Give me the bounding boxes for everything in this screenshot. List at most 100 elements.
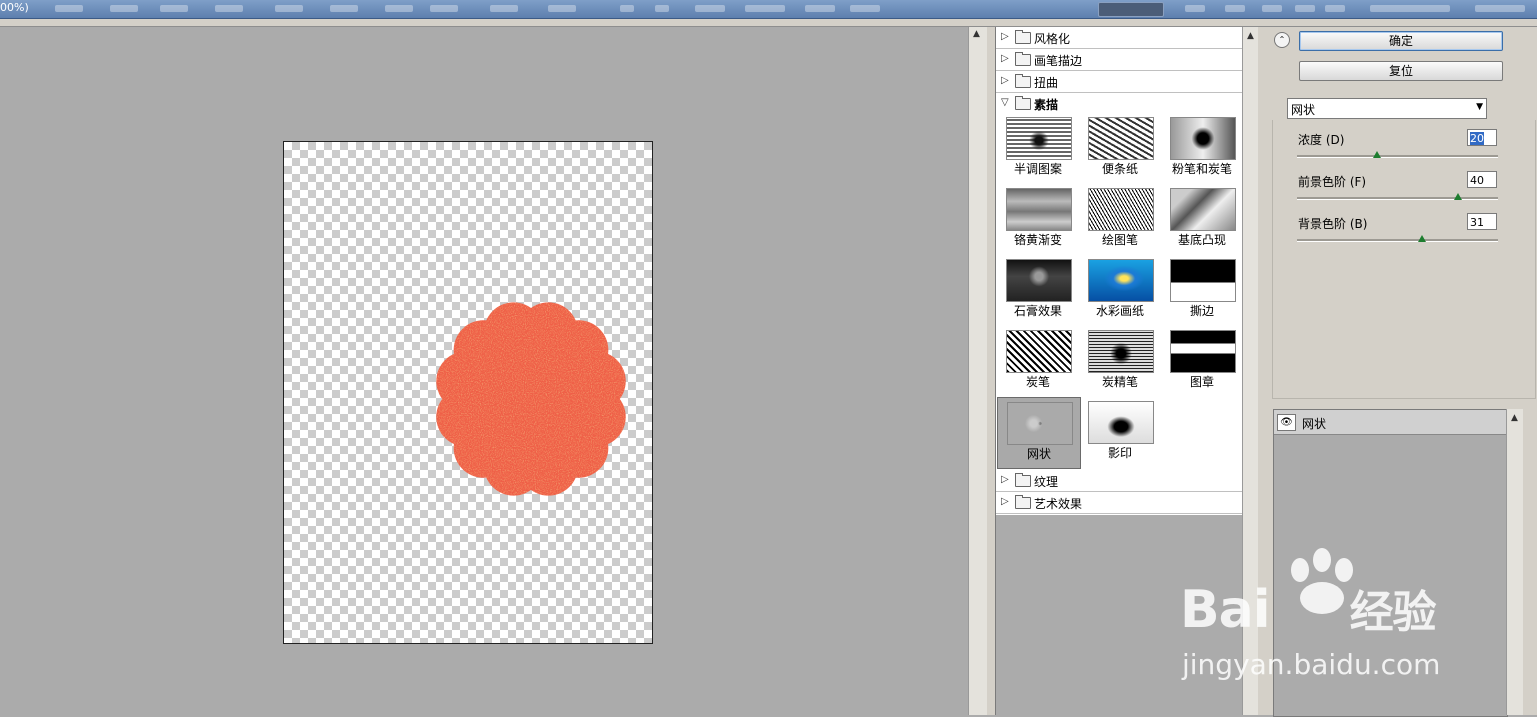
expand-right-icon[interactable]: ▷ — [1001, 474, 1009, 485]
filter-category-row[interactable]: ▷ 风格化 — [996, 27, 1243, 49]
preview-scrollbar[interactable]: ▲ — [968, 27, 987, 715]
scroll-up-icon[interactable]: ▲ — [1247, 31, 1254, 41]
foreground-level-slider[interactable] — [1297, 197, 1498, 200]
foreground-level-slider-thumb[interactable] — [1453, 193, 1462, 200]
filter-thumbnail[interactable]: 便条纸 — [1079, 113, 1161, 183]
filter-category-label: 画笔描边 — [1034, 54, 1083, 68]
filter-thumbnail-label: 粉笔和炭笔 — [1171, 162, 1232, 176]
toolbar-item[interactable] — [1262, 5, 1282, 12]
reticulation-thumb — [1007, 402, 1073, 445]
toolbar-item[interactable] — [655, 5, 669, 12]
toolbar-item[interactable] — [1098, 2, 1164, 17]
ok-button[interactable]: 确定 — [1299, 31, 1503, 51]
toolbar-divider — [0, 19, 1537, 27]
charcoal-thumb — [1006, 330, 1072, 373]
panel-divider — [987, 27, 995, 715]
conte-crayon-thumb — [1088, 330, 1154, 373]
app-toolbar: 00%) — [0, 0, 1537, 19]
effect-layer-row[interactable]: 👁 网状 — [1274, 410, 1507, 435]
toolbar-item[interactable] — [1185, 5, 1205, 12]
filter-thumbnail[interactable]: 粉笔和炭笔 — [1161, 113, 1243, 183]
toolbar-item[interactable] — [745, 5, 785, 12]
toolbar-item[interactable] — [430, 5, 458, 12]
toolbar-item[interactable] — [695, 5, 725, 12]
filter-thumbnail-label: 半调图案 — [1013, 162, 1062, 176]
background-level-slider-thumb[interactable] — [1417, 235, 1426, 242]
filter-thumbnail-label: 水彩画纸 — [1095, 304, 1144, 318]
toolbar-item[interactable] — [1370, 5, 1450, 12]
toolbar-item[interactable] — [275, 5, 303, 12]
expand-right-icon[interactable]: ▷ — [1001, 53, 1009, 64]
filter-category-row[interactable]: ▷ 纹理 — [996, 470, 1243, 492]
filter-type-select[interactable]: 网状 ▼ — [1287, 98, 1487, 119]
chalk-charcoal-thumb — [1170, 117, 1236, 160]
toolbar-item[interactable] — [1325, 5, 1345, 12]
filter-category-row[interactable]: ▷ 扭曲 — [996, 71, 1243, 93]
halftone-thumb — [1006, 117, 1072, 160]
filter-thumbnail[interactable]: 半调图案 — [997, 113, 1079, 183]
filter-list: ▷ 风格化 ▷ 画笔描边 ▷ 扭曲 ▽ 素描 ▷ 纹理 ▷ 艺术效果 半调图案 便条纸 粉笔和炭笔 铬黄渐变 绘… — [996, 27, 1243, 515]
filter-category-label: 艺术效果 — [1034, 497, 1083, 511]
filter-thumbnail[interactable]: 炭精笔 — [1079, 326, 1161, 396]
filter-thumbnail[interactable]: 基底凸现 — [1161, 184, 1243, 254]
chevron-down-icon: ▼ — [1476, 102, 1483, 112]
toolbar-item[interactable] — [160, 5, 188, 12]
filter-category-label: 纹理 — [1034, 475, 1059, 489]
toolbar-item[interactable] — [620, 5, 634, 12]
filter-thumbnail[interactable]: 石膏效果 — [997, 255, 1079, 325]
foreground-level-input[interactable]: 40 — [1467, 171, 1497, 188]
folder-icon — [1015, 52, 1031, 66]
filter-category-row[interactable]: ▽ 素描 — [996, 93, 1243, 114]
filter-thumbnail[interactable]: 水彩画纸 — [1079, 255, 1161, 325]
scroll-up-icon[interactable]: ▲ — [973, 29, 980, 39]
density-input[interactable]: 20 — [1467, 129, 1497, 146]
toolbar-item[interactable] — [490, 5, 518, 12]
filter-thumbnail[interactable]: 图章 — [1161, 326, 1243, 396]
toolbar-item[interactable] — [55, 5, 83, 12]
density-slider[interactable] — [1297, 155, 1498, 158]
filter-params-box — [1272, 120, 1536, 399]
filter-thumbnail[interactable]: 铬黄渐变 — [997, 184, 1079, 254]
expand-right-icon[interactable]: ▷ — [1001, 75, 1009, 86]
density-slider-thumb[interactable] — [1373, 151, 1382, 158]
flower-center — [465, 333, 597, 465]
toolbar-item[interactable] — [850, 5, 880, 12]
toolbar-item[interactable] — [548, 5, 576, 12]
expand-right-icon[interactable]: ▷ — [1001, 496, 1009, 507]
stamp-thumb — [1170, 330, 1236, 373]
expand-right-icon[interactable]: ▷ — [1001, 31, 1009, 42]
watermark-url: jingyan.baidu.com — [1182, 648, 1441, 681]
folder-icon — [1015, 495, 1031, 509]
toolbar-item[interactable] — [805, 5, 835, 12]
toolbar-item[interactable] — [1475, 5, 1525, 12]
toolbar-item[interactable] — [1225, 5, 1245, 12]
collapse-gallery-icon[interactable]: ⌃ — [1274, 32, 1290, 48]
filter-thumbnail[interactable]: 网状 — [997, 397, 1081, 469]
layers-scrollbar[interactable]: ▲ — [1506, 409, 1523, 715]
filter-category-row[interactable]: ▷ 画笔描边 — [996, 49, 1243, 71]
scroll-up-icon[interactable]: ▲ — [1511, 413, 1518, 423]
eye-icon[interactable]: 👁 — [1277, 414, 1296, 431]
filter-thumbnail-label: 撕边 — [1189, 304, 1214, 318]
toolbar-item[interactable] — [215, 5, 243, 12]
background-level-input[interactable]: 31 — [1467, 213, 1497, 230]
toolbar-item[interactable] — [1295, 5, 1315, 12]
expand-down-icon[interactable]: ▽ — [1001, 97, 1009, 108]
filter-thumbnail[interactable]: 影印 — [1079, 397, 1161, 467]
watermark-brand: Bai 经验 — [1180, 580, 1437, 640]
toolbar-item[interactable] — [330, 5, 358, 12]
background-level-slider[interactable] — [1297, 239, 1498, 242]
foreground-level-label: 前景色阶 (F) — [1298, 175, 1367, 189]
baidu-watermark: Bai 经验 jingyan.baidu.com — [1180, 548, 1470, 688]
filter-thumbnail[interactable]: 炭笔 — [997, 326, 1079, 396]
toolbar-item[interactable] — [385, 5, 413, 12]
filter-thumbnail[interactable]: 绘图笔 — [1079, 184, 1161, 254]
filter-thumbnail-label: 图章 — [1189, 375, 1214, 389]
bas-relief-thumb — [1170, 188, 1236, 231]
toolbar-item[interactable] — [110, 5, 138, 12]
filter-category-row[interactable]: ▷ 艺术效果 — [996, 492, 1243, 514]
folder-icon — [1015, 96, 1031, 110]
reset-button[interactable]: 复位 — [1299, 61, 1503, 81]
background-level-label: 背景色阶 (B) — [1298, 217, 1368, 231]
filter-thumbnail[interactable]: 撕边 — [1161, 255, 1243, 325]
